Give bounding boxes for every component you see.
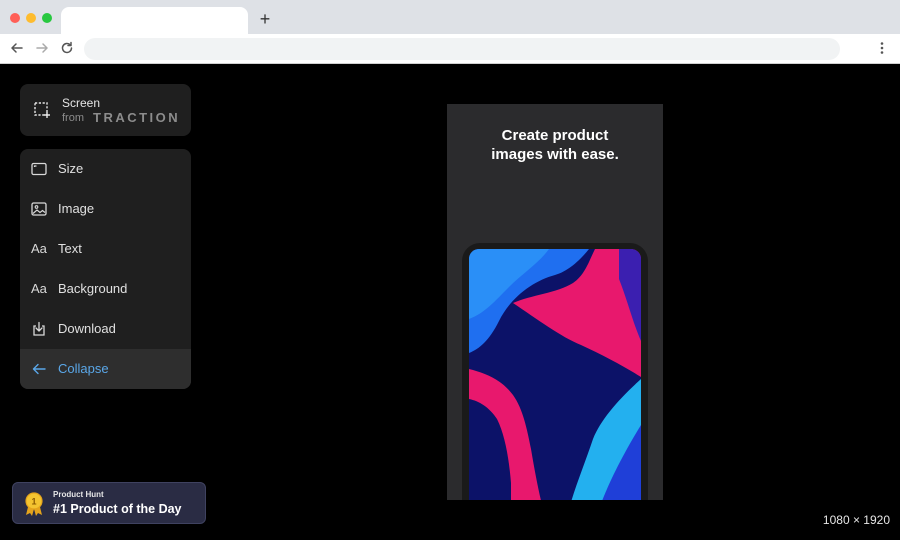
phone-mockup[interactable] <box>462 243 648 500</box>
sidebar-item-image[interactable]: Image <box>20 189 191 229</box>
reload-icon[interactable] <box>59 40 75 56</box>
maximize-window-button[interactable] <box>42 13 52 23</box>
headline-line: images with ease. <box>491 146 619 163</box>
brand-company: TRACTION <box>93 110 181 125</box>
sidebar-item-label: Size <box>58 161 84 176</box>
sidebar-item-download[interactable]: Download <box>20 309 191 349</box>
sidebar-item-label: Collapse <box>58 361 109 376</box>
medal-icon: 1 <box>23 491 45 517</box>
kebab-menu-icon[interactable] <box>874 40 890 56</box>
product-hunt-badge[interactable]: 1 Product Hunt #1 Product of the Day <box>12 482 206 524</box>
phone-screen-image[interactable] <box>469 249 641 500</box>
minimize-window-button[interactable] <box>26 13 36 23</box>
address-bar[interactable] <box>84 38 840 60</box>
app-area: Screen from TRACTION Size Image Aa Text … <box>0 64 900 540</box>
sidebar-item-label: Text <box>58 241 82 256</box>
medal-number: 1 <box>31 497 36 507</box>
brand-title: Screen <box>62 96 101 110</box>
browser-tab[interactable] <box>61 7 248 35</box>
product-of-the-day-label: #1 Product of the Day <box>53 502 182 516</box>
browser-chrome: + <box>0 0 900 64</box>
sidebar-item-collapse[interactable]: Collapse <box>20 349 191 389</box>
sidebar-item-text[interactable]: Aa Text <box>20 229 191 269</box>
preview-canvas[interactable]: Create product images with ease. <box>447 104 663 500</box>
image-icon <box>31 201 47 217</box>
arrow-left-icon <box>31 361 47 377</box>
download-icon <box>31 321 47 337</box>
brand-from: from <box>62 112 84 124</box>
product-hunt-label: Product Hunt <box>53 490 104 499</box>
text-aa-icon: Aa <box>31 281 47 296</box>
arrow-left-icon[interactable] <box>9 40 25 56</box>
arrow-right-icon[interactable] <box>34 40 50 56</box>
canvas-dimensions: 1080 × 1920 <box>822 513 890 527</box>
sidebar-item-size[interactable]: Size <box>20 149 191 189</box>
headline-line: Create product <box>501 127 609 144</box>
screen-select-icon <box>33 101 51 119</box>
text-aa-icon: Aa <box>31 241 47 256</box>
size-frame-icon <box>31 161 47 177</box>
sidebar-item-label: Background <box>58 281 128 296</box>
tab-bar: + <box>0 0 900 35</box>
sidebar-item-label: Image <box>58 201 95 216</box>
brand-card[interactable]: Screen from TRACTION <box>20 84 191 136</box>
sidebar-menu: Size Image Aa Text Aa Background Downloa… <box>20 149 191 389</box>
preview-headline[interactable]: Create product images with ease. <box>447 126 663 164</box>
sidebar-item-label: Download <box>58 321 116 336</box>
close-window-button[interactable] <box>10 13 20 23</box>
sidebar-item-background[interactable]: Aa Background <box>20 269 191 309</box>
abstract-wallpaper <box>469 249 641 500</box>
new-tab-button[interactable]: + <box>256 9 274 29</box>
browser-toolbar <box>0 34 900 64</box>
